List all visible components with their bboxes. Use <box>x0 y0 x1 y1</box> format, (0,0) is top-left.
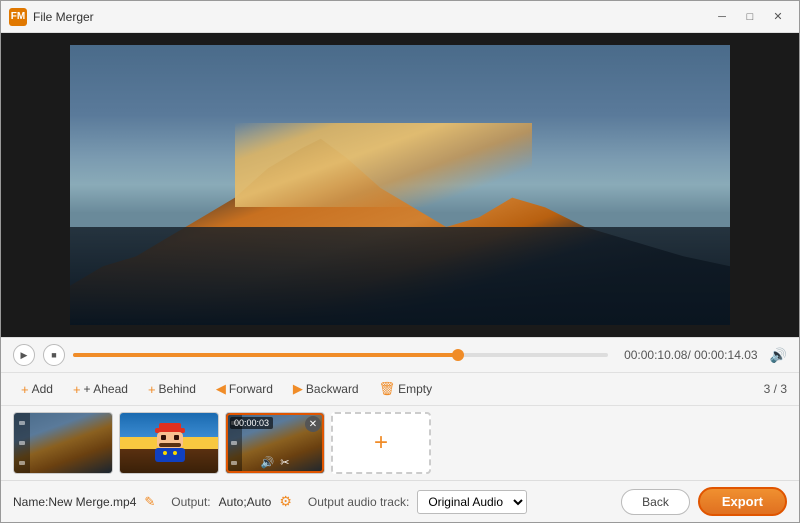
backward-icon: ▶ <box>293 381 303 397</box>
clip-audio-icon[interactable]: 🔊 <box>261 456 275 469</box>
video-thumbnail <box>70 45 730 325</box>
empty-label: Empty <box>398 382 432 396</box>
audio-track-label: Output audio track: <box>308 495 409 509</box>
time-current: 00:00:10.08 <box>624 348 687 362</box>
volume-icon[interactable]: 🔊 <box>770 347 787 364</box>
film-strip-1 <box>14 413 30 473</box>
app-title: File Merger <box>33 10 709 24</box>
back-button[interactable]: Back <box>621 489 690 515</box>
forward-icon: ◀ <box>216 381 226 397</box>
video-frame <box>70 45 730 325</box>
clip-1-thumbnail <box>14 413 112 473</box>
trash-icon: 🗑 <box>379 381 396 397</box>
output-settings-icon[interactable]: ⚙ <box>279 493 292 510</box>
time-total: 00:00:14.03 <box>694 348 757 362</box>
time-sep: / <box>687 348 690 362</box>
ahead-label: + Ahead <box>84 382 128 396</box>
clip-cut-icon[interactable]: ✂ <box>280 456 289 469</box>
clip-item-3[interactable]: 00:00:03 🔊 ✂ ✕ <box>225 412 325 474</box>
behind-icon: + <box>148 382 156 397</box>
minimize-button[interactable]: ─ <box>709 7 735 27</box>
app-icon: FM <box>9 8 27 26</box>
play-icon: ▶ <box>21 350 28 361</box>
stop-button[interactable]: ■ <box>43 344 65 366</box>
clip-3-close-button[interactable]: ✕ <box>305 416 321 432</box>
title-bar: FM File Merger ─ □ ✕ <box>1 1 799 33</box>
ahead-button[interactable]: + + Ahead <box>65 378 136 401</box>
edit-name-icon[interactable]: ✎ <box>144 494 155 510</box>
edit-toolbar: + Add + + Ahead + Behind ◀ Forward ▶ Bac… <box>1 372 799 405</box>
output-value: Auto;Auto <box>219 495 272 509</box>
clip-2-thumbnail <box>120 413 218 473</box>
progress-fill <box>73 353 458 357</box>
add-label: Add <box>32 382 53 396</box>
page-indicator: 3 / 3 <box>764 382 787 396</box>
audio-track-select[interactable]: Original Audio No Audio Mute <box>417 490 527 514</box>
mountain-highlight <box>235 123 532 207</box>
forward-label: Forward <box>229 382 273 396</box>
behind-label: Behind <box>159 382 196 396</box>
maximize-button[interactable]: □ <box>737 7 763 27</box>
close-button[interactable]: ✕ <box>765 7 791 27</box>
behind-button[interactable]: + Behind <box>140 378 204 401</box>
clip-item-2[interactable] <box>119 412 219 474</box>
playback-controls: ▶ ■ 00:00:10.08/ 00:00:14.03 🔊 <box>1 337 799 372</box>
bottom-bar: Name:New Merge.mp4 ✎ Output: Auto;Auto ⚙… <box>1 480 799 522</box>
add-button[interactable]: + Add <box>13 378 61 401</box>
window-controls: ─ □ ✕ <box>709 7 791 27</box>
main-window: FM File Merger ─ □ ✕ ▶ ■ 00:00:10. <box>0 0 800 523</box>
time-display: 00:00:10.08/ 00:00:14.03 <box>624 348 758 362</box>
add-clip-button[interactable]: + <box>331 412 431 474</box>
plus-icon: + <box>374 429 388 457</box>
progress-thumb <box>452 349 464 361</box>
progress-bar[interactable] <box>73 353 608 357</box>
forward-button[interactable]: ◀ Forward <box>208 377 281 401</box>
video-preview-area <box>1 33 799 337</box>
mario-svg <box>139 418 199 468</box>
backward-label: Backward <box>306 382 359 396</box>
clip-timeline: 00:00:03 🔊 ✂ ✕ + <box>1 405 799 480</box>
export-button[interactable]: Export <box>698 487 787 516</box>
clip-item-1[interactable] <box>13 412 113 474</box>
empty-button[interactable]: 🗑 Empty <box>371 377 441 401</box>
output-label: Output: <box>171 495 210 509</box>
add-icon: + <box>21 382 29 397</box>
ahead-icon: + <box>73 382 81 397</box>
clip-controls: 🔊 ✂ <box>226 456 324 469</box>
file-name-label: Name:New Merge.mp4 <box>13 495 136 509</box>
stop-icon: ■ <box>51 350 56 360</box>
backward-button[interactable]: ▶ Backward <box>285 377 367 401</box>
play-button[interactable]: ▶ <box>13 344 35 366</box>
clip-duration-badge: 00:00:03 <box>230 417 273 429</box>
